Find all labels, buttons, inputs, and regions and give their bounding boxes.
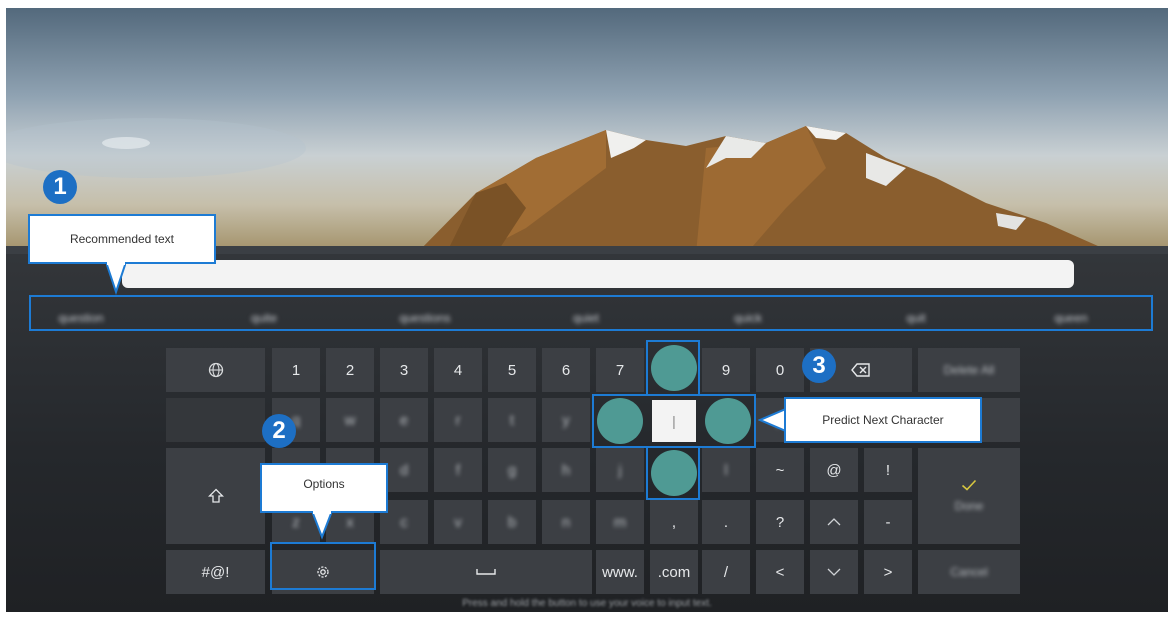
chevron-down-icon bbox=[827, 568, 841, 576]
tv-screen: 1 Recommended text question quite questi… bbox=[6, 8, 1168, 612]
predicted-character-top[interactable] bbox=[651, 345, 697, 391]
globe-icon bbox=[208, 362, 223, 378]
space-icon bbox=[476, 569, 496, 575]
key-j[interactable]: j bbox=[596, 448, 644, 492]
dotcom-key[interactable]: .com bbox=[650, 550, 698, 594]
callout-recommended-pointer bbox=[106, 262, 126, 296]
key-9[interactable]: 9 bbox=[702, 348, 750, 392]
key-1[interactable]: 1 bbox=[272, 348, 320, 392]
key-tilde[interactable]: ~ bbox=[756, 448, 804, 492]
page: 1 Recommended text question quite questi… bbox=[0, 0, 1174, 620]
key-exclamation[interactable]: ! bbox=[864, 448, 912, 492]
key-5[interactable]: 5 bbox=[488, 348, 536, 392]
recommendation-item[interactable]: quit bbox=[906, 311, 925, 325]
key-r[interactable]: r bbox=[434, 398, 482, 442]
voice-input-hint: Press and hold the button to use your vo… bbox=[462, 598, 712, 609]
www-key[interactable]: www. bbox=[596, 550, 644, 594]
shift-icon bbox=[207, 488, 224, 503]
key-l[interactable]: l bbox=[702, 448, 750, 492]
recommendation-item[interactable]: quick bbox=[734, 311, 762, 325]
key-b[interactable]: b bbox=[488, 500, 536, 544]
key-blank bbox=[166, 398, 265, 442]
callout-recommended-text: Recommended text bbox=[28, 214, 216, 264]
current-character-key[interactable]: | bbox=[652, 400, 696, 442]
badge-number-2: 2 bbox=[262, 414, 296, 448]
callout-recommended-label: Recommended text bbox=[69, 232, 175, 246]
callout-predict-next-character: Predict Next Character bbox=[784, 397, 982, 443]
key-0[interactable]: 0 bbox=[756, 348, 804, 392]
checkmark-icon bbox=[961, 479, 977, 491]
done-button[interactable]: Done bbox=[918, 448, 1020, 544]
key-v[interactable]: v bbox=[434, 500, 482, 544]
key-7[interactable]: 7 bbox=[596, 348, 644, 392]
key-question[interactable]: ? bbox=[756, 500, 804, 544]
callout-options: Options bbox=[260, 463, 388, 513]
symbols-key[interactable]: #@! bbox=[166, 550, 265, 594]
delete-all-button[interactable]: Delete All bbox=[918, 348, 1020, 392]
space-key[interactable] bbox=[380, 550, 592, 594]
recommendation-item[interactable]: question bbox=[58, 311, 103, 325]
recommendation-item[interactable]: quite bbox=[251, 311, 277, 325]
predicted-character-left[interactable] bbox=[597, 398, 643, 444]
key-m[interactable]: m bbox=[596, 500, 644, 544]
key-g[interactable]: g bbox=[488, 448, 536, 492]
key-4[interactable]: 4 bbox=[434, 348, 482, 392]
key-y[interactable]: y bbox=[542, 398, 590, 442]
predicted-character-right[interactable] bbox=[705, 398, 751, 444]
cursor-down-key[interactable] bbox=[810, 550, 858, 594]
key-3[interactable]: 3 bbox=[380, 348, 428, 392]
callout-options-label: Options bbox=[303, 477, 345, 491]
backspace-icon bbox=[851, 363, 870, 377]
recommendation-item[interactable]: questions bbox=[399, 311, 450, 325]
key-slash[interactable]: / bbox=[702, 550, 750, 594]
key-dash[interactable]: - bbox=[864, 500, 912, 544]
options-highlight bbox=[270, 542, 376, 590]
key-comma[interactable]: , bbox=[650, 500, 698, 544]
callout-predict-label: Predict Next Character bbox=[822, 413, 944, 427]
language-key[interactable] bbox=[166, 348, 265, 392]
callout-options-pointer bbox=[312, 511, 332, 540]
key-t[interactable]: t bbox=[488, 398, 536, 442]
badge-number-3: 3 bbox=[802, 349, 836, 383]
key-6[interactable]: 6 bbox=[542, 348, 590, 392]
key-w[interactable]: w bbox=[326, 398, 374, 442]
recommendation-item[interactable]: quiet bbox=[573, 311, 599, 325]
key-at[interactable]: @ bbox=[810, 448, 858, 492]
key-n[interactable]: n bbox=[542, 500, 590, 544]
shift-key[interactable] bbox=[166, 448, 265, 544]
cursor-left-key[interactable]: < bbox=[756, 550, 804, 594]
chevron-up-icon bbox=[827, 518, 841, 526]
predicted-character-bottom[interactable] bbox=[651, 450, 697, 496]
key-e[interactable]: e bbox=[380, 398, 428, 442]
key-2[interactable]: 2 bbox=[326, 348, 374, 392]
cursor-up-key[interactable] bbox=[810, 500, 858, 544]
recommendation-item[interactable]: queen bbox=[1054, 311, 1087, 325]
cursor-right-key[interactable]: > bbox=[864, 550, 912, 594]
key-f[interactable]: f bbox=[434, 448, 482, 492]
key-h[interactable]: h bbox=[542, 448, 590, 492]
text-input-field[interactable] bbox=[122, 260, 1074, 288]
cancel-button[interactable]: Cancel bbox=[918, 550, 1020, 594]
key-period[interactable]: . bbox=[702, 500, 750, 544]
badge-number-1: 1 bbox=[43, 170, 77, 204]
